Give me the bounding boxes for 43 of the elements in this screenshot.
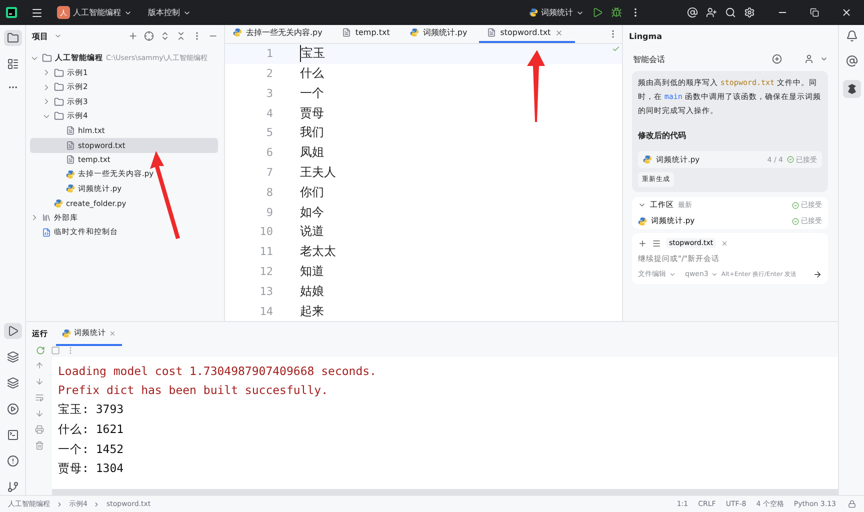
- console-line: 一个: 1452: [58, 440, 125, 458]
- line-number: 8: [265, 186, 273, 199]
- code-line: 凤姐: [300, 144, 324, 162]
- code-line: 说道: [300, 223, 324, 240]
- line-number: 4: [265, 106, 273, 120]
- code-line: 一个: [300, 84, 324, 102]
- editor-tab[interactable]: 去掉一些无关内容.py: [225, 25, 334, 43]
- run-config-selector[interactable]: 词频统计: [529, 7, 584, 18]
- code-line: 知道: [300, 263, 324, 280]
- line-number: 6: [265, 146, 273, 160]
- section-title: 智能会话: [633, 54, 665, 64]
- code-line: 我们: [300, 124, 324, 142]
- console-line: Prefix dict has been built succesfully.: [58, 382, 330, 400]
- console-line: Loading model cost 1.7304987907409668 seconds.: [58, 362, 378, 380]
- code-line: 什么: [300, 65, 324, 82]
- editor-tab[interactable]: temp.txt: [334, 25, 402, 43]
- code-line: 起来: [300, 302, 324, 320]
- line-number: 9: [265, 206, 273, 219]
- line-number: 13: [258, 284, 273, 298]
- line-number: 3: [265, 86, 273, 100]
- line-number: 14: [258, 304, 273, 318]
- line-number: 12: [258, 265, 273, 278]
- code-line: 王夫人: [300, 164, 336, 182]
- editor-tab[interactable]: 词频统计.py: [402, 25, 480, 43]
- console-line: 贾母: 1304: [58, 460, 125, 478]
- code-line: 贾母: [300, 104, 324, 122]
- line-number: 10: [258, 225, 273, 238]
- console-line: 宝玉: 3793: [58, 401, 125, 418]
- panel-title: Lingma: [629, 32, 662, 40]
- code-line: 宝玉: [300, 45, 325, 62]
- code-line: 老太太: [300, 243, 336, 260]
- line-number: 5: [265, 126, 273, 140]
- line-number: 7: [265, 166, 273, 180]
- vcs-menu[interactable]: 版本控制: [148, 7, 191, 18]
- panel-title[interactable]: 项目: [32, 30, 48, 42]
- console-line: 什么: 1621: [58, 421, 125, 438]
- line-number: 2: [265, 67, 273, 80]
- code-line: 你们: [300, 184, 324, 201]
- line-number: 1: [265, 47, 273, 60]
- code-line: 如今: [300, 204, 324, 221]
- message-heading: 修改后的代码: [638, 130, 687, 141]
- line-number: 11: [258, 245, 273, 258]
- code-line: 姑娘: [300, 282, 324, 300]
